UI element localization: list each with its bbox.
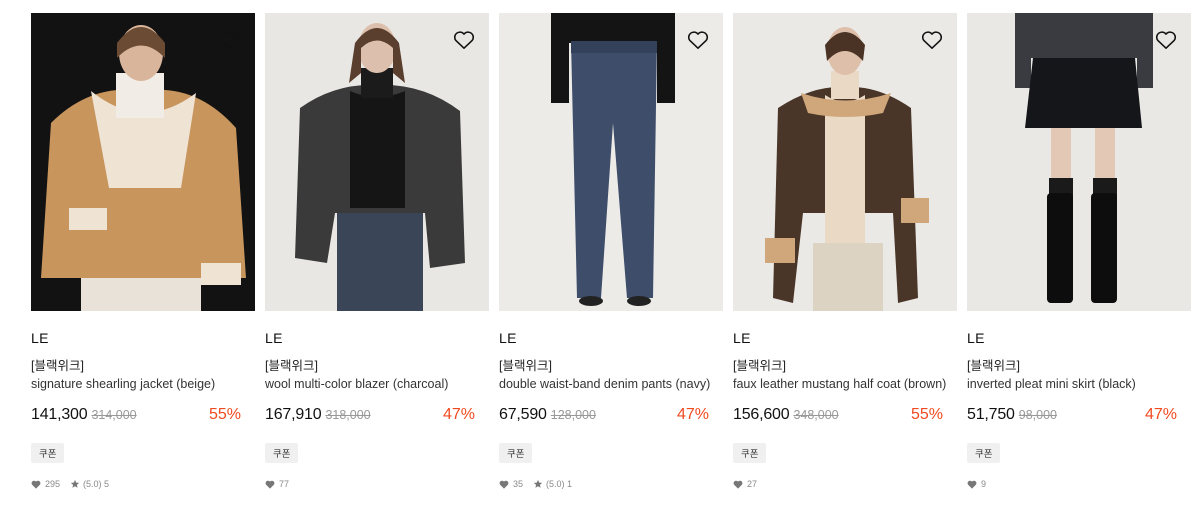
product-grid: LE [블랙위크] signature shearling jacket (be… [0,0,1201,532]
original-price: 128,000 [550,408,596,422]
discount-rate: 47% [442,406,475,423]
product-image[interactable] [265,13,489,311]
price-row: 156,600 348,000 55% [733,406,957,428]
coupon-badge: 쿠폰 [31,443,65,463]
product-card[interactable]: LE [블랙위크] double waist-band denim pants … [499,13,723,490]
photo-wool-blazer [265,13,489,311]
discount-rate: 47% [1144,406,1177,423]
photo-denim-pants [499,13,723,311]
event-tag: [블랙위크] [31,359,84,373]
event-tag: [블랙위크] [499,359,552,373]
photo-leather-coat [733,13,957,311]
brand-name[interactable]: LE [31,329,255,347]
heart-icon[interactable] [453,30,475,50]
like-count: 77 [279,479,290,489]
brand-name[interactable]: LE [967,329,1191,347]
brand-name[interactable]: LE [733,329,957,347]
product-meta: 35 (5.0) 1 [499,478,723,490]
original-price: 348,000 [793,408,839,422]
rating: (5.0) 1 [533,479,572,489]
product-card[interactable]: LE [블랙위크] faux leather mustang half coat… [733,13,957,490]
sale-price: 141,300 [31,406,88,423]
sale-price: 156,600 [733,406,790,423]
heart-icon[interactable] [687,30,709,50]
heart-icon[interactable] [1155,30,1177,50]
product-name[interactable]: faux leather mustang half coat (brown) [733,375,949,393]
product-meta: 9 [967,478,1191,490]
product-name[interactable]: wool multi-color blazer (charcoal) [265,375,481,393]
coupon-badge: 쿠폰 [733,443,767,463]
like-count: 9 [981,479,987,489]
product-image[interactable] [967,13,1191,311]
product-name[interactable]: signature shearling jacket (beige) [31,375,247,393]
sale-price: 51,750 [967,406,1015,423]
brand-name[interactable]: LE [265,329,489,347]
rating-value: (5.0) 5 [83,479,110,489]
like-count: 27 [747,479,758,489]
product-image[interactable] [733,13,957,311]
product-card[interactable]: LE [블랙위크] inverted pleat mini skirt (bla… [967,13,1191,490]
like-heart-icon [967,480,977,489]
product-meta: 27 [733,478,957,490]
coupon-badge: 쿠폰 [967,443,1001,463]
rating-value: (5.0) 1 [546,479,573,489]
sale-price: 67,590 [499,406,547,423]
photo-shearling-jacket [31,13,255,311]
like-count: 35 [513,479,524,489]
like-count: 295 [45,479,61,489]
discount-rate: 55% [208,406,241,423]
coupon-badge: 쿠폰 [499,443,533,463]
product-meta: 77 [265,478,489,490]
coupon-badge: 쿠폰 [265,443,299,463]
product-card[interactable]: LE [블랙위크] wool multi-color blazer (charc… [265,13,489,490]
original-price: 314,000 [91,408,137,422]
like-heart-icon [733,480,743,489]
heart-icon[interactable] [219,30,241,50]
price-row: 67,590 128,000 47% [499,406,723,428]
like-heart-icon [265,480,275,489]
product-image[interactable] [31,13,255,311]
star-icon [533,479,543,488]
event-tag: [블랙위크] [265,359,318,373]
product-meta: 295 (5.0) 5 [31,478,255,490]
brand-name[interactable]: LE [499,329,723,347]
price-row: 141,300 314,000 55% [31,406,255,428]
product-name[interactable]: inverted pleat mini skirt (black) [967,375,1183,393]
heart-icon[interactable] [921,30,943,50]
event-tag: [블랙위크] [733,359,786,373]
product-card[interactable]: LE [블랙위크] signature shearling jacket (be… [31,13,255,490]
star-icon [70,479,80,488]
price-row: 167,910 318,000 47% [265,406,489,428]
sale-price: 167,910 [265,406,322,423]
discount-rate: 47% [676,406,709,423]
like-heart-icon [499,480,509,489]
discount-rate: 55% [910,406,943,423]
price-row: 51,750 98,000 47% [967,406,1191,428]
product-name[interactable]: double waist-band denim pants (navy) [499,375,715,393]
rating: (5.0) 5 [70,479,109,489]
photo-mini-skirt [967,13,1191,311]
product-image[interactable] [499,13,723,311]
like-heart-icon [31,480,41,489]
original-price: 98,000 [1018,408,1057,422]
original-price: 318,000 [325,408,371,422]
event-tag: [블랙위크] [967,359,1020,373]
